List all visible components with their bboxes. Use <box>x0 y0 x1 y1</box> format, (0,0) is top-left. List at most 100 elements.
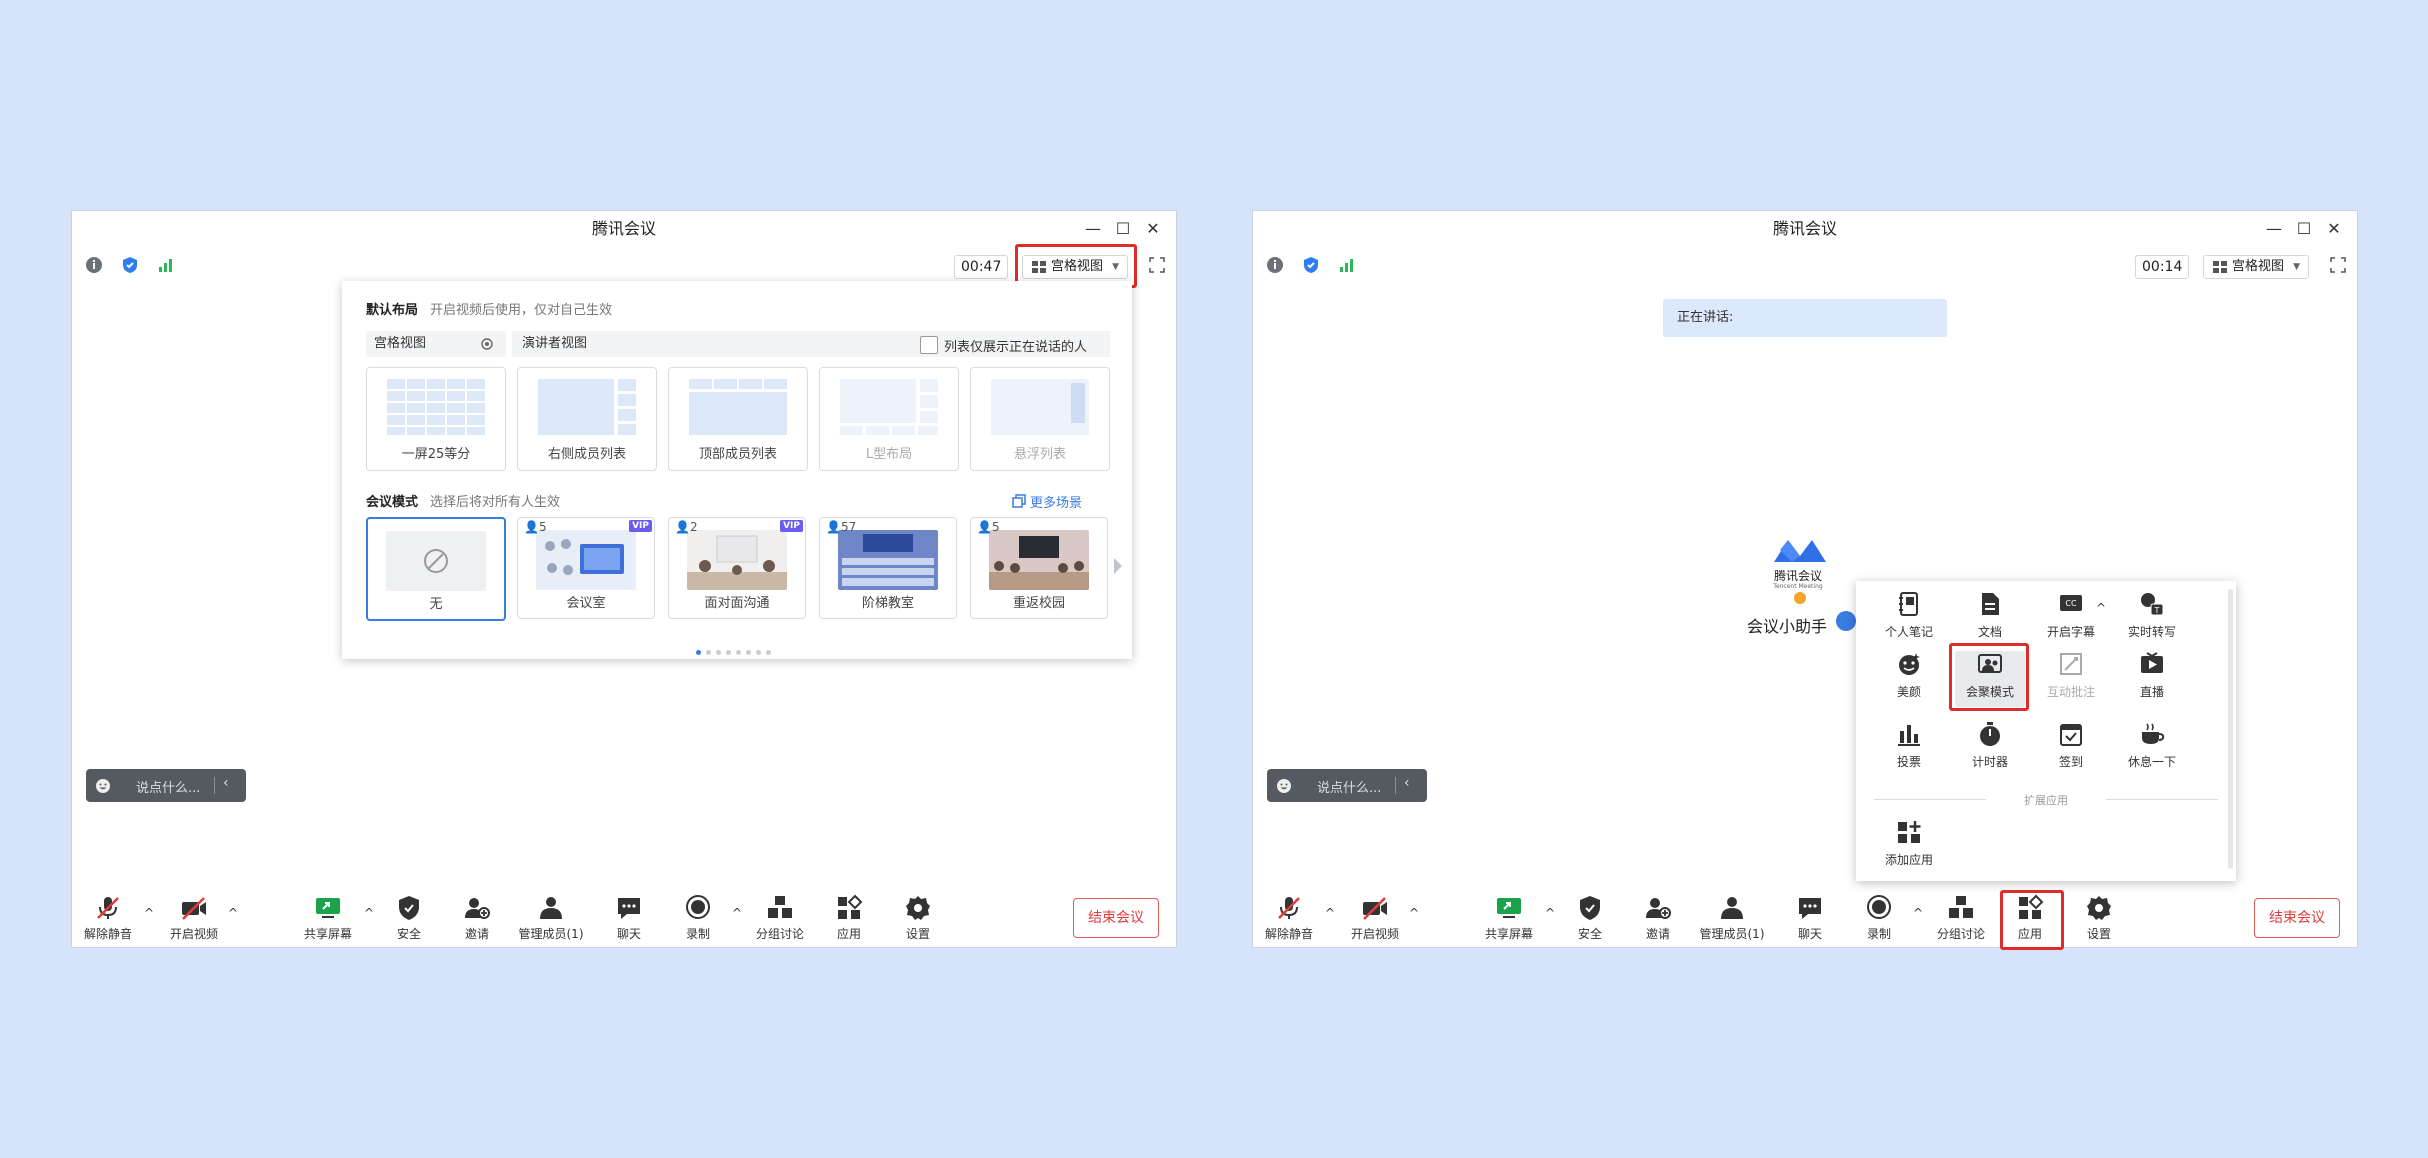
chat-button[interactable]: 聊天 <box>1780 894 1840 944</box>
share-screen-button[interactable]: 共享屏幕 <box>298 894 358 944</box>
minimize-button[interactable]: — <box>1080 211 1106 247</box>
unmute-button[interactable]: 解除静音 <box>1259 894 1319 944</box>
lecture-hall-image <box>838 530 938 590</box>
scene-card-face-to-face[interactable]: 👤2 VIP 面对面沟通 <box>668 517 806 619</box>
apps-button[interactable]: 应用 <box>819 894 879 944</box>
scene-card-label: 面对面沟通 <box>704 596 770 611</box>
record-button[interactable]: 录制 <box>668 894 728 944</box>
app-label: 直播 <box>2139 685 2164 699</box>
more-scenes-link[interactable]: 更多场景 <box>1030 492 1082 511</box>
chat-quick-input[interactable]: 说点什么... ‹ <box>1267 769 1427 802</box>
app-personal-note[interactable]: 个人笔记 <box>1874 591 1944 647</box>
layout-card-25[interactable]: 一屏25等分 <box>366 367 506 471</box>
end-meeting-button[interactable]: 结束会议 <box>1073 898 1159 938</box>
app-transcribe[interactable]: T 实时转写 <box>2117 591 2187 647</box>
start-video-button[interactable]: 开启视频 <box>1345 894 1405 944</box>
invite-button[interactable]: 邀请 <box>1628 894 1688 944</box>
caret-up-icon[interactable]: ^ <box>732 906 742 920</box>
invite-button[interactable]: 邀请 <box>447 894 507 944</box>
layout-card-floating[interactable]: 悬浮列表 <box>970 367 1110 471</box>
manage-members-button[interactable]: 管理成员(1) <box>1700 894 1765 944</box>
collapse-chevron-icon[interactable]: ‹ <box>1404 775 1410 791</box>
start-video-button[interactable]: 开启视频 <box>164 894 224 944</box>
share-screen-button[interactable]: 共享屏幕 <box>1479 894 1539 944</box>
fullscreen-icon[interactable] <box>1149 257 1165 273</box>
add-app-button[interactable]: 添加应用 <box>1874 819 1944 875</box>
app-caption[interactable]: CC 开启字幕 <box>2036 591 2106 647</box>
security-button[interactable]: 安全 <box>379 894 439 944</box>
app-beauty[interactable]: 美颜 <box>1874 651 1944 707</box>
extension-apps-divider: 扩展应用 <box>1874 792 2218 807</box>
app-vote[interactable]: 投票 <box>1874 721 1944 777</box>
none-icon <box>386 531 486 591</box>
view-switch-button[interactable]: 宫格视图 ▼ <box>2203 255 2309 279</box>
shield-icon[interactable] <box>120 255 140 275</box>
chat-quick-input[interactable]: 说点什么... ‹ <box>86 769 246 802</box>
signal-icon[interactable] <box>1337 255 1357 275</box>
settings-button[interactable]: 设置 <box>2069 894 2129 944</box>
close-button[interactable]: ✕ <box>2321 211 2347 247</box>
share-screen-icon <box>1497 898 1521 918</box>
list-speaking-checkbox[interactable] <box>920 336 938 354</box>
face-to-face-image <box>687 530 787 590</box>
info-icon[interactable] <box>84 255 104 275</box>
layout-card-l-shape[interactable]: L型布局 <box>819 367 959 471</box>
app-break[interactable]: 休息一下 <box>2117 721 2187 777</box>
emoji-icon[interactable] <box>95 778 111 794</box>
caret-up-icon[interactable]: ^ <box>144 906 154 920</box>
more-scenes-icon[interactable] <box>1012 494 1026 508</box>
breakout-icon <box>768 896 792 918</box>
layout-card-top-list[interactable]: 顶部成员列表 <box>668 367 808 471</box>
caret-up-icon[interactable]: ^ <box>228 906 238 920</box>
signal-icon[interactable] <box>156 255 176 275</box>
record-button[interactable]: 录制 <box>1849 894 1909 944</box>
minimize-button[interactable]: — <box>2261 211 2287 247</box>
meeting-timer: 00:47 <box>954 255 1009 279</box>
app-annotation[interactable]: 互动批注 <box>2036 651 2106 707</box>
maximize-button[interactable]: ☐ <box>2291 211 2317 247</box>
breakout-button[interactable]: 分组讨论 <box>750 894 810 944</box>
default-layout-title: 默认布局 <box>366 303 419 318</box>
caret-up-icon[interactable]: ^ <box>364 906 374 920</box>
caption-icon: CC <box>2060 595 2082 611</box>
breakout-button[interactable]: 分组讨论 <box>1931 894 1991 944</box>
tab-grid-view[interactable]: 宫格视图 <box>366 331 506 357</box>
app-checkin[interactable]: 签到 <box>2036 721 2106 777</box>
settings-button[interactable]: 设置 <box>888 894 948 944</box>
collapse-chevron-icon[interactable]: ‹ <box>223 775 229 791</box>
next-arrow-icon[interactable] <box>1112 556 1124 576</box>
app-document[interactable]: 文档 <box>1955 591 2025 647</box>
scene-card-lecture-hall[interactable]: 👤57 阶梯教室 <box>819 517 957 619</box>
scene-card-campus[interactable]: 👤5 重返校园 <box>970 517 1108 619</box>
caret-up-icon[interactable]: ^ <box>1325 906 1335 920</box>
caret-up-icon[interactable]: ^ <box>1545 906 1555 920</box>
scene-card-none[interactable]: 无 <box>366 517 506 621</box>
chat-placeholder: 说点什么... <box>1317 781 1382 796</box>
security-button[interactable]: 安全 <box>1560 894 1620 944</box>
window-title: 腾讯会议 <box>1772 219 1837 238</box>
emoji-icon[interactable] <box>1276 778 1292 794</box>
layout-right-list-thumb <box>538 379 636 435</box>
close-button[interactable]: ✕ <box>1140 211 1166 247</box>
scene-card-meeting-room[interactable]: 👤5 VIP 会议室 <box>517 517 655 619</box>
info-icon[interactable] <box>1265 255 1285 275</box>
caret-up-icon[interactable]: ^ <box>1913 906 1923 920</box>
fullscreen-icon[interactable] <box>2330 257 2346 273</box>
svg-text:T: T <box>2154 606 2160 615</box>
maximize-button[interactable]: ☐ <box>1110 211 1136 247</box>
shield-icon[interactable] <box>1301 255 1321 275</box>
chat-button[interactable]: 聊天 <box>599 894 659 944</box>
app-label: 互动批注 <box>2046 685 2095 699</box>
scrollbar[interactable] <box>2228 589 2233 869</box>
caret-up-icon[interactable]: ^ <box>2096 601 2106 615</box>
settings-gear-icon[interactable] <box>480 337 494 351</box>
page-dots <box>696 640 776 655</box>
layout-card-right-list[interactable]: 右侧成员列表 <box>517 367 657 471</box>
unmute-button[interactable]: 解除静音 <box>78 894 138 944</box>
end-meeting-button[interactable]: 结束会议 <box>2254 898 2340 938</box>
layout-top-list-thumb <box>689 379 787 435</box>
app-live[interactable]: 直播 <box>2117 651 2187 707</box>
app-timer[interactable]: 计时器 <box>1955 721 2025 777</box>
manage-members-button[interactable]: 管理成员(1) <box>519 894 584 944</box>
caret-up-icon[interactable]: ^ <box>1409 906 1419 920</box>
